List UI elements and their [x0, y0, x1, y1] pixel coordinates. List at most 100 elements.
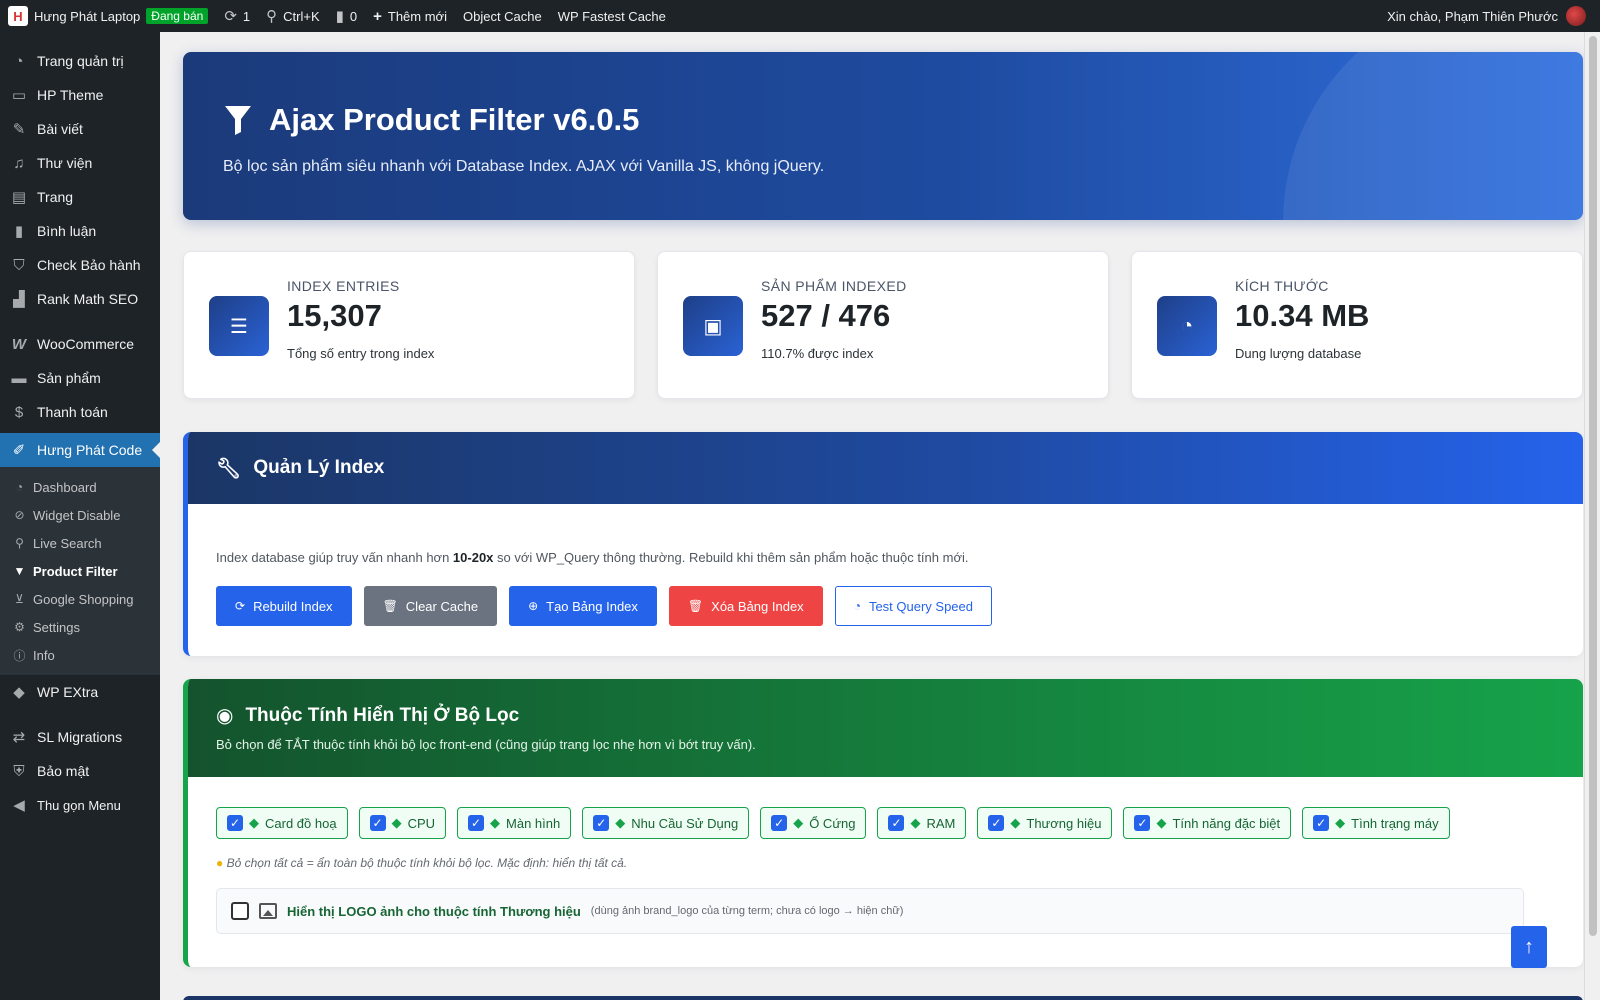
sidebar-item-label: Sản phẩm — [37, 370, 101, 386]
search-shortcut-label: Ctrl+K — [283, 8, 320, 24]
sidebar-item-hp-theme[interactable]: ▭ HP Theme — [0, 78, 160, 112]
object-cache-link[interactable]: Object Cache — [455, 0, 550, 32]
attribute-chip-nhu-cau[interactable]: ✓ ◆ Nhu Cầu Sử Dụng — [582, 807, 750, 839]
rebuild-index-button[interactable]: ⟳ Rebuild Index — [216, 586, 352, 626]
attribute-chip-thuong-hieu[interactable]: ✓ ◆ Thương hiệu — [977, 807, 1113, 839]
page-scrollbar[interactable] — [1584, 32, 1600, 1000]
checkbox-checked[interactable]: ✓ — [888, 815, 905, 831]
shield-icon: ⛉ — [13, 256, 25, 274]
submenu-item-settings[interactable]: ⚙ Settings — [0, 613, 160, 641]
button-label: Tạo Bảng Index — [546, 598, 638, 614]
clear-cache-button[interactable]: 🗑︎ Clear Cache — [363, 586, 498, 626]
checkbox-checked[interactable]: ✓ — [468, 815, 485, 831]
sidebar-item-label: Rank Math SEO — [37, 291, 139, 307]
submenu-item-google-shopping[interactable]: ⊻ Google Shopping — [0, 585, 160, 613]
brand-logo-option-note: (dùng ảnh brand_logo của từng term; chưa… — [590, 905, 904, 917]
sidebar-item-sl-migrations[interactable]: ⇄ SL Migrations — [0, 720, 160, 754]
submenu-item-info[interactable]: ⓘ Info — [0, 641, 160, 669]
new-content-label: Thêm mới — [387, 8, 447, 24]
sidebar-item-rank-math[interactable]: ▟ Rank Math SEO — [0, 282, 160, 316]
checkbox-checked[interactable]: ✓ — [227, 815, 243, 831]
checkbox-checked[interactable]: ✓ — [369, 815, 386, 831]
submenu-item-live-search[interactable]: ⚲ Live Search — [0, 529, 160, 557]
scrollbar-thumb[interactable] — [1589, 36, 1597, 936]
chart-icon: ▟ — [13, 291, 25, 308]
attribute-chip-tinh-nang[interactable]: ✓ ◆ Tính năng đặc biệt — [1123, 807, 1292, 839]
sidebar-item-media[interactable]: ♫ Thư viện — [0, 146, 160, 180]
brand-logo-checkbox[interactable] — [231, 902, 249, 920]
sidebar-item-security[interactable]: ⛨ Bảo mật — [0, 754, 160, 788]
attribute-chip-tinh-trang[interactable]: ✓ ◆ Tình trạng máy — [1302, 807, 1450, 839]
tag-icon: ◆ — [1156, 815, 1167, 830]
tag-icon: ◆ — [793, 815, 804, 830]
archive-icon: ▬ — [11, 369, 27, 387]
wrench-icon: 🔧︎ — [216, 457, 242, 480]
desc-part: so với WP_Query thông thường. Rebuild kh… — [493, 550, 969, 565]
avatar — [1566, 6, 1586, 26]
sidebar-item-warranty[interactable]: ⛉ Check Bảo hành — [0, 248, 160, 282]
sidebar-item-products[interactable]: ▬ Sản phẩm — [0, 361, 160, 395]
delete-index-table-button[interactable]: 🗑︎ Xóa Bảng Index — [668, 586, 823, 626]
checkbox-checked[interactable]: ✓ — [771, 815, 788, 831]
submenu-item-widget-disable[interactable]: ⊘ Widget Disable — [0, 501, 160, 529]
sidebar-item-pages[interactable]: ▤ Trang — [0, 180, 160, 214]
comments-link[interactable]: ▮ 0 — [328, 0, 366, 32]
submenu-item-dashboard[interactable]: ◔ Dashboard — [0, 473, 160, 501]
sidebar-item-posts[interactable]: ✎ Bài viết — [0, 112, 160, 146]
back-to-top-button[interactable]: ↑ — [1511, 926, 1547, 968]
attribute-chip-card-do-hoa[interactable]: ✓ ◆ Card đồ hoạ — [216, 807, 348, 839]
attribute-chip-ram[interactable]: ✓ ◆ RAM — [877, 807, 967, 839]
attribute-chip-cpu[interactable]: ✓ ◆ CPU — [358, 807, 447, 839]
sidebar-item-label: HP Theme — [37, 87, 104, 103]
main-content: Ajax Product Filter v6.0.5 Bộ lọc sản ph… — [160, 32, 1584, 1000]
brand-logo-option[interactable]: Hiển thị LOGO ảnh cho thuộc tính Thương … — [216, 888, 1524, 934]
updates-link[interactable]: ⟳ 1 — [216, 0, 258, 32]
database-icon: ☰ — [209, 296, 269, 356]
checkbox-checked[interactable]: ✓ — [593, 815, 610, 831]
site-menu[interactable]: H Hưng Phát Laptop Đang bán — [0, 0, 216, 32]
sidebar-item-woocommerce[interactable]: W WooCommerce — [0, 327, 160, 361]
theme-icon: ▭ — [11, 87, 27, 104]
sidebar-item-label: WP EXtra — [37, 684, 99, 700]
button-label: Xóa Bảng Index — [711, 598, 804, 614]
sidebar-item-wp-extra[interactable]: ◆ WP EXtra — [0, 675, 160, 709]
button-label: Rebuild Index — [253, 598, 333, 614]
dollar-icon: $ — [14, 403, 24, 421]
attrs-card-title-text: Thuộc Tính Hiển Thị Ở Bộ Lọc — [245, 704, 520, 726]
gauge-icon: ◔ — [15, 480, 24, 494]
security-icon: ⛨ — [13, 762, 25, 780]
filter-attributes-card: ◉ Thuộc Tính Hiển Thị Ở Bộ Lọc Bỏ chọn đ… — [183, 679, 1583, 967]
checkbox-checked[interactable]: ✓ — [1134, 815, 1151, 831]
greeting: Xin chào, Phạm Thiên Phước — [1387, 8, 1558, 24]
submenu-item-label: Live Search — [33, 535, 102, 551]
pin-icon: ✎ — [12, 121, 26, 138]
user-account-menu[interactable]: Xin chào, Phạm Thiên Phước — [1387, 6, 1600, 26]
submenu-item-label: Google Shopping — [33, 591, 134, 607]
search-shortcut[interactable]: ⚲ Ctrl+K — [258, 0, 327, 32]
checkbox-checked[interactable]: ✓ — [988, 815, 1005, 831]
collapse-menu-button[interactable]: ◀ Thu gọn Menu — [0, 788, 160, 822]
trash-icon: 🗑︎ — [382, 599, 398, 613]
attribute-chip-man-hinh[interactable]: ✓ ◆ Màn hình — [457, 807, 572, 839]
sidebar-item-hung-phat-code[interactable]: ✐ Hưng Phát Code — [0, 433, 160, 467]
attribute-chip-o-cung[interactable]: ✓ ◆ Ổ Cứng — [760, 807, 867, 839]
submenu-item-product-filter[interactable]: ▼ Product Filter — [0, 557, 160, 585]
refresh-icon: ⟳ — [235, 599, 246, 613]
create-index-table-button[interactable]: ⊕ Tạo Bảng Index — [509, 586, 657, 626]
sidebar-item-label: Trang — [37, 189, 74, 205]
comment-icon: ▮ — [335, 7, 344, 25]
tag-icon: ◆ — [391, 815, 402, 830]
wp-fastest-cache-link[interactable]: WP Fastest Cache — [550, 0, 674, 32]
checkbox-checked[interactable]: ✓ — [1313, 815, 1330, 831]
migrate-icon: ⇄ — [12, 729, 26, 746]
sidebar-item-label: Check Bảo hành — [37, 257, 141, 273]
chip-label: Màn hình — [506, 815, 561, 831]
submenu-item-label: Widget Disable — [33, 507, 121, 523]
new-content-link[interactable]: + Thêm mới — [365, 0, 455, 32]
updates-count: 1 — [242, 8, 251, 24]
test-query-speed-button[interactable]: ◔ Test Query Speed — [834, 586, 992, 626]
sidebar-item-payments[interactable]: $ Thanh toán — [0, 395, 160, 429]
sidebar-item-comments[interactable]: ▮ Bình luận — [0, 214, 160, 248]
tag-icon: ◆ — [910, 815, 921, 830]
sidebar-item-dashboard[interactable]: ◔ Trang quản trị — [0, 44, 160, 78]
